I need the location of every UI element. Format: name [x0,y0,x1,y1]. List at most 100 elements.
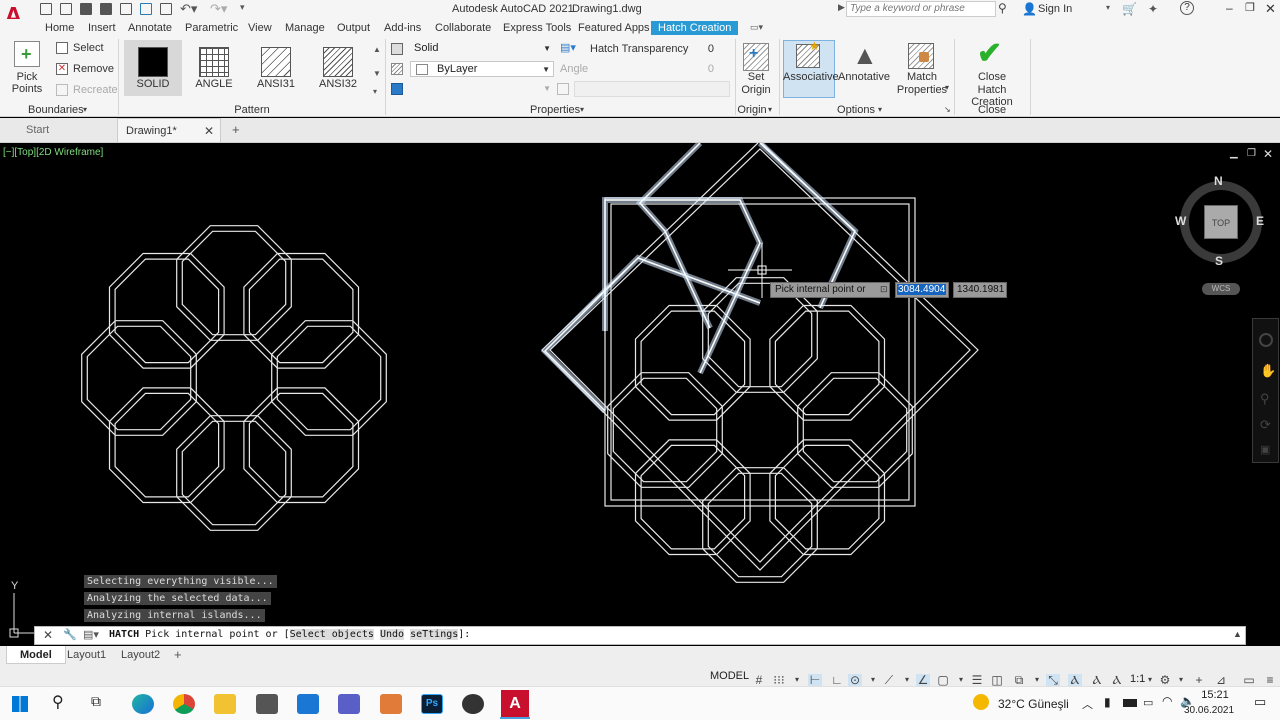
select-button[interactable]: Select [73,42,104,54]
pattern-scroll-down-icon[interactable]: ▼ [373,69,381,78]
match-properties-line1[interactable]: Match [900,71,944,83]
annotative-icon[interactable]: ▲ [852,41,878,69]
layout-tab-model[interactable]: Model [6,646,66,664]
file-explorer-icon[interactable] [214,694,236,714]
annotation-visibility-icon[interactable]: Ⲁ [1068,674,1082,686]
close-hatch-line1[interactable]: Close [960,71,1024,83]
share-icon[interactable] [140,3,152,15]
paint-tool-icon[interactable] [380,694,402,714]
viewcube-top-face[interactable]: TOP [1204,205,1238,239]
cart-icon[interactable]: 🛒 [1122,2,1137,16]
origin-expand-icon[interactable]: ▾ [768,105,772,114]
display-icon[interactable]: ▭ [1143,696,1153,709]
match-properties-line2[interactable]: Properties [896,84,948,96]
plot-icon[interactable] [160,3,172,15]
drawing-area[interactable]: [−][Top][2D Wireframe] ▁ ❐ ✕ Y Pick inte… [0,143,1280,646]
grid-icon[interactable]: # [752,674,766,686]
hatch-type-select[interactable]: Solid ▼ [388,41,554,57]
pan-icon[interactable]: ✋ [1260,363,1276,379]
navigation-bar[interactable]: ✋ ⚲ ⟳ ▣ [1252,318,1279,463]
app-store-icon[interactable]: ✦ [1148,2,1158,16]
checkmark-icon[interactable]: ✔ [977,38,1002,70]
store-icon[interactable] [256,694,278,714]
user-icon[interactable]: 👤 [1022,2,1037,16]
mail-icon[interactable] [297,694,319,714]
set-origin-icon[interactable]: + [743,43,769,71]
model-space-button[interactable]: MODEL [710,670,749,682]
minimize-icon[interactable]: – [1226,1,1233,15]
workspace-gear-icon[interactable]: ⚙ [1158,674,1172,686]
command-option-select-objects[interactable]: Select objects [289,629,374,640]
search-taskbar-icon[interactable]: ⚲ [52,692,64,712]
pattern-ansi31-icon[interactable] [261,47,291,77]
command-option-undo[interactable]: Undo [379,629,405,640]
sign-in-link[interactable]: Sign In [1038,3,1072,15]
object-snap-tracking-icon[interactable]: ∠ [916,674,930,686]
usb-icon[interactable]: ▮ [1104,695,1111,709]
command-line[interactable]: ✕ 🔧 ▤▾ HATCH Pick internal point or [Sel… [34,626,1246,645]
hatch-color-select[interactable]: ByLayer ▼ [410,61,554,77]
wifi-icon[interactable]: ◠ [1162,694,1172,708]
battery-icon[interactable] [1123,699,1137,707]
notifications-icon[interactable]: ▭ [1254,694,1266,710]
origin-panel-title[interactable]: Origin [737,104,767,116]
drawing-canvas[interactable]: Y [0,143,1280,646]
polar-tracking-icon[interactable]: ⊙ [848,674,862,686]
ribbon-toggle-icon[interactable]: ▭▾ [750,22,763,33]
chrome-icon[interactable] [173,694,195,714]
pattern-ansi32-label[interactable]: ANSI32 [309,78,367,90]
x-coordinate-input[interactable]: 3084.4904 [895,282,949,298]
web-open-icon[interactable] [120,3,132,15]
infer-constraints-icon[interactable]: ⊢ [808,674,822,686]
new-tab-icon[interactable]: + [232,122,240,137]
object-snap-dropdown-icon[interactable]: ▾ [954,674,968,686]
undo-icon[interactable]: ↶▾ [180,1,197,17]
command-recent-icon[interactable]: ▤▾ [83,628,99,641]
layout-tab-layout2[interactable]: Layout2 [121,649,160,661]
tab-view[interactable]: View [248,22,272,34]
autocad-taskbar-icon[interactable]: A [501,690,529,718]
tab-start[interactable]: Start [18,118,114,142]
new-icon[interactable] [40,3,52,15]
command-customize-icon[interactable]: 🔧 [63,628,77,641]
properties-expand-icon[interactable]: ▾ [580,105,584,114]
orbit-icon[interactable]: ⟳ [1260,417,1271,433]
tab-home[interactable]: Home [45,22,74,34]
clock-time[interactable]: 15:21 [1195,689,1235,701]
add-layout-icon[interactable]: + [174,647,182,662]
search-arrow-icon[interactable]: ▶ [838,2,845,13]
y-coordinate-input[interactable]: 1340.1981 [953,282,1007,298]
search-input[interactable]: Type a keyword or phrase [846,1,996,17]
show-hidden-icons[interactable]: ︿ [1082,696,1093,712]
redo-icon[interactable]: ↷▾ [210,1,227,17]
compass-north-label[interactable]: N [1214,174,1223,188]
isodraft-dropdown-icon[interactable]: ▾ [900,674,914,686]
save-as-icon[interactable] [100,3,112,15]
compass-east-label[interactable]: E [1256,214,1264,228]
weather-icon[interactable] [973,694,989,710]
compass-south-label[interactable]: S [1215,254,1223,268]
ortho-icon[interactable]: ∟ [830,674,844,686]
edge-icon[interactable] [132,694,154,714]
search-icon[interactable]: ⚲ [998,1,1014,17]
tab-express-tools[interactable]: Express Tools [503,22,571,34]
hatch-transparency-value[interactable]: 0 [690,41,714,57]
pattern-angle-label[interactable]: ANGLE [185,78,243,90]
weather-text[interactable]: 32°C Güneşli [998,697,1069,711]
command-history-toggle-icon[interactable]: ▲ [1233,629,1242,639]
pattern-ansi32-icon[interactable] [323,47,353,77]
photoshop-icon[interactable]: Ps [421,694,443,714]
tab-hatch-creation[interactable]: Hatch Creation [651,21,739,35]
open-icon[interactable] [60,3,72,15]
pattern-ansi31-label[interactable]: ANSI31 [247,78,305,90]
teams-icon[interactable] [338,694,360,714]
obs-icon[interactable] [462,694,484,714]
selection-cycling-icon[interactable]: ⧉ [1012,674,1026,686]
workspace-dropdown-icon[interactable]: ▾ [1174,674,1188,686]
customization-menu-icon[interactable]: ≡ [1263,674,1277,686]
tab-drawing1[interactable]: Drawing1* ✕ [117,118,221,142]
set-origin-line2[interactable]: Origin [738,84,774,96]
tab-insert[interactable]: Insert [88,22,116,34]
match-properties-icon[interactable] [908,43,934,69]
tab-add-ins[interactable]: Add-ins [384,22,421,34]
